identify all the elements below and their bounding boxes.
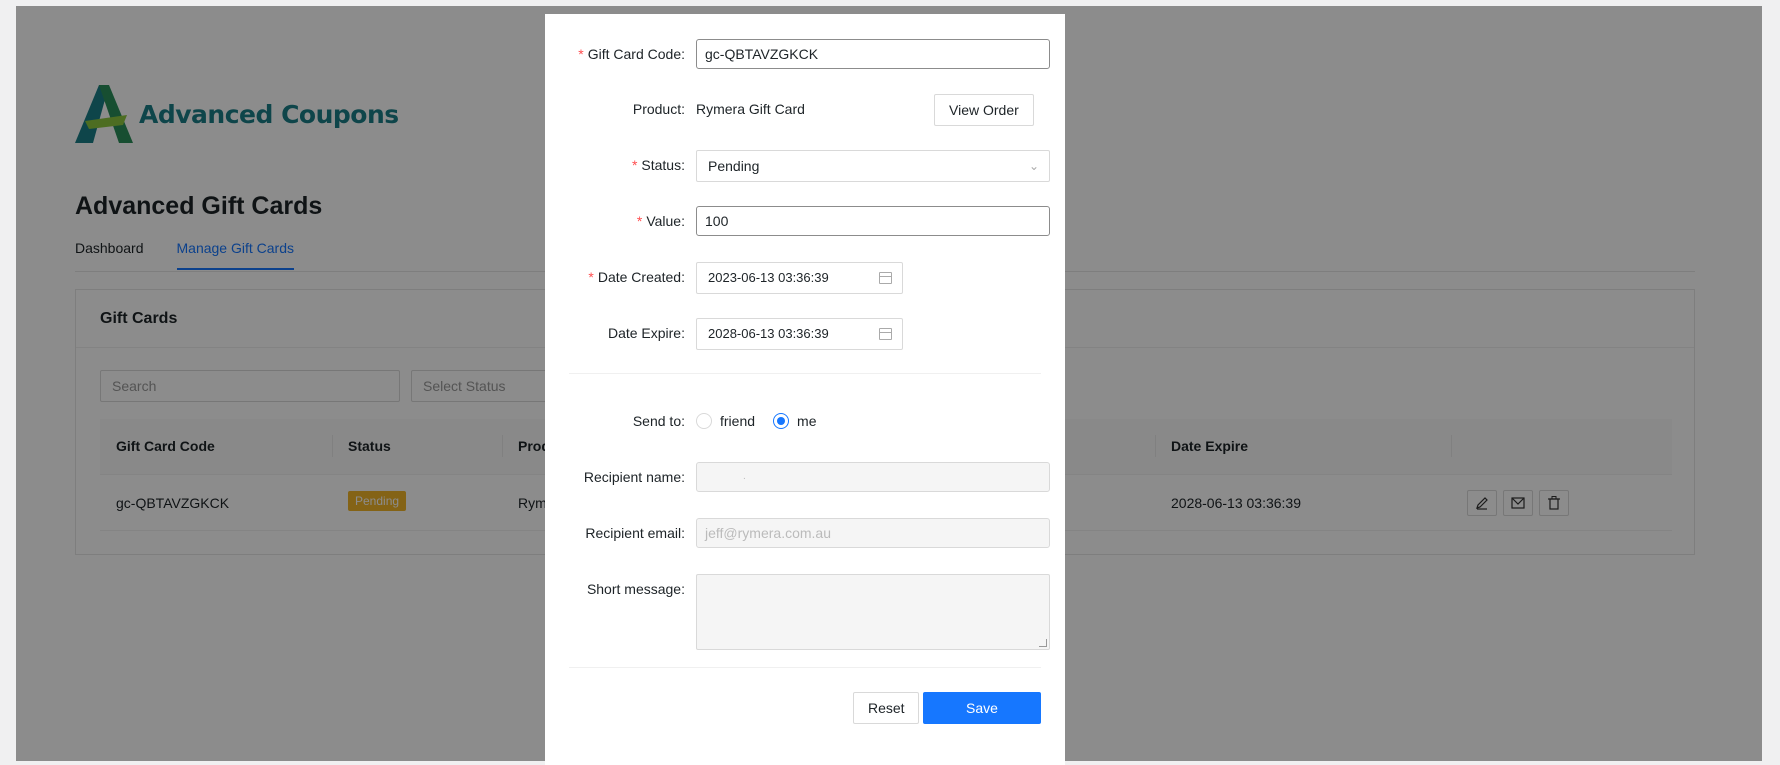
- date-expire-value: 2028-06-13 03:36:39: [708, 326, 829, 341]
- product-name: Rymera Gift Card: [696, 101, 805, 117]
- radio-label-me[interactable]: me: [797, 413, 816, 429]
- field-send-to: Send to: friend me: [569, 406, 1041, 438]
- field-label: * Gift Card Code:: [578, 46, 685, 62]
- field-recipient-email: Recipient email: jeff@rymera.com.au: [569, 518, 1050, 550]
- calendar-icon: [879, 272, 892, 284]
- field-date-expire: Date Expire: 2028-06-13 03:36:39: [569, 318, 1041, 350]
- field-date-created: * Date Created: 2023-06-13 03:36:39: [569, 262, 1041, 294]
- calendar-icon: [879, 328, 892, 340]
- field-recipient-name: Recipient name: .: [569, 462, 1050, 494]
- page-right-edge: [1762, 0, 1780, 765]
- field-label: Recipient name:: [583, 469, 685, 485]
- chevron-down-icon: ⌄: [1028, 159, 1039, 173]
- required-marker: *: [631, 157, 638, 173]
- gift-card-code-input[interactable]: gc-QBTAVZGKCK: [696, 39, 1050, 69]
- form-divider: [569, 373, 1041, 374]
- field-label: * Date Created:: [588, 269, 685, 285]
- date-created-value: 2023-06-13 03:36:39: [708, 270, 829, 285]
- send-to-friend-radio[interactable]: [696, 413, 712, 429]
- resize-handle-icon[interactable]: [1039, 639, 1047, 647]
- footer-divider: [569, 667, 1041, 668]
- admin-edge: [0, 0, 16, 765]
- field-short-message: Short message:: [569, 574, 1050, 650]
- field-gift-card-code: * Gift Card Code: gc-QBTAVZGKCK: [569, 39, 1050, 71]
- field-label: * Value:: [636, 213, 685, 229]
- date-expire-picker[interactable]: 2028-06-13 03:36:39: [696, 318, 903, 350]
- field-value: * Value: 100: [569, 206, 1050, 238]
- status-select-value: Pending: [708, 158, 760, 174]
- send-to-me-radio[interactable]: [773, 413, 790, 429]
- field-label: Send to:: [632, 413, 685, 429]
- status-select[interactable]: Pending ⌄: [696, 150, 1050, 182]
- value-input[interactable]: 100: [696, 206, 1050, 236]
- view-order-button[interactable]: View Order: [934, 94, 1034, 126]
- send-to-radio-group: friend me: [696, 413, 834, 429]
- required-marker: *: [578, 46, 584, 62]
- date-created-picker[interactable]: 2023-06-13 03:36:39: [696, 262, 903, 294]
- recipient-name-input[interactable]: .: [696, 462, 1050, 492]
- field-label: Short message:: [586, 581, 685, 597]
- reset-button[interactable]: Reset: [853, 692, 919, 724]
- field-label: Product:: [632, 101, 685, 117]
- field-label: Date Expire:: [607, 325, 685, 341]
- radio-label-friend[interactable]: friend: [720, 413, 755, 429]
- required-marker: *: [636, 213, 643, 229]
- edit-gift-card-modal: * Gift Card Code: gc-QBTAVZGKCK Product: …: [545, 14, 1065, 765]
- short-message-textarea[interactable]: [696, 574, 1050, 650]
- field-label: Recipient email:: [585, 525, 685, 541]
- recipient-email-input[interactable]: jeff@rymera.com.au: [696, 518, 1050, 548]
- field-label: * Status:: [631, 157, 685, 173]
- save-changes-button[interactable]: Save Changes: [923, 692, 1041, 746]
- field-status: * Status: Pending ⌄: [569, 150, 1050, 182]
- field-product: Product: Rymera Gift Card View Order: [569, 94, 1041, 126]
- required-marker: *: [588, 269, 594, 285]
